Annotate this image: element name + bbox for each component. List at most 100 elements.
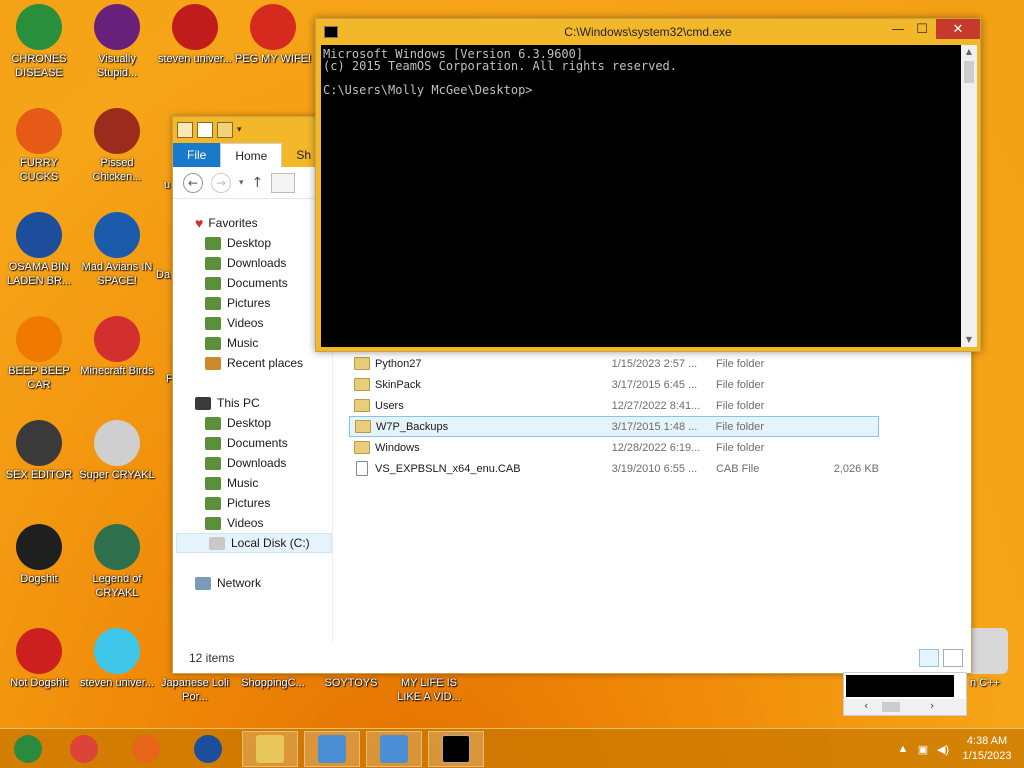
quick-access-dropdown-icon[interactable]: ▾	[237, 125, 242, 135]
file-name: SkinPack	[375, 378, 421, 391]
desktop-icon[interactable]: Visually Stupid...	[78, 4, 156, 80]
scrollbar-thumb[interactable]	[964, 61, 974, 83]
desktop-icon[interactable]: Pissed Chicken...	[78, 108, 156, 184]
desktop-icon[interactable]: PEG MY WIFE!	[234, 4, 312, 66]
close-icon[interactable]: ✕	[936, 19, 980, 39]
up-arrow-icon[interactable]: ↑	[252, 175, 264, 191]
taskbar-app[interactable]	[180, 731, 236, 767]
desktop-icon[interactable]: OSAMA BIN LADEN BR...	[0, 212, 78, 288]
details-view-icon[interactable]	[919, 649, 939, 667]
file-row[interactable]: VS_EXPBSLN_x64_enu.CAB 3/19/2010 6:55 ...…	[349, 458, 879, 479]
background-window-fragment[interactable]: ‹ ›	[843, 672, 967, 716]
file-row[interactable]: Python27 1/15/2023 2:57 ... File folder	[349, 353, 879, 374]
navigation-pane: ♥ Favorites Desktop Downloads Documents Pic…	[173, 201, 333, 643]
heart-icon: ♥	[195, 215, 204, 231]
setup-installer-icon	[380, 735, 408, 763]
nav-item[interactable]: Documents	[173, 433, 333, 453]
console-scrollbar[interactable]: ▲ ▼	[961, 45, 977, 347]
file-type: File folder	[715, 357, 765, 370]
nav-item[interactable]: Desktop	[173, 413, 333, 433]
nav-item[interactable]: Documents	[173, 273, 333, 293]
desktop-icon[interactable]: SEX EDITOR	[0, 420, 78, 482]
taskbar-app[interactable]	[118, 731, 174, 767]
taskbar-app[interactable]	[366, 731, 422, 767]
desktop-icon[interactable]: FURRY CUCKS	[0, 108, 78, 184]
back-icon[interactable]: ←	[183, 172, 203, 193]
item-count: 12 items	[189, 651, 235, 665]
nav-item[interactable]: Pictures	[173, 493, 333, 513]
scrollbar-thumb[interactable]	[882, 702, 900, 712]
scroll-down-icon[interactable]: ▼	[961, 333, 977, 347]
taskbar-app[interactable]	[304, 731, 360, 767]
hxd-icon	[16, 420, 62, 466]
cmd-titlebar[interactable]: C:\Windows\system32\cmd.exe — ☐ ✕	[316, 19, 980, 45]
address-bar[interactable]	[271, 172, 296, 193]
volume-icon[interactable]: ◀)	[936, 743, 950, 756]
file-row[interactable]: SkinPack 3/17/2015 6:45 ... File folder	[349, 374, 879, 395]
desktop-icon[interactable]: steven univer...	[78, 628, 156, 690]
forward-icon[interactable]: →	[211, 172, 231, 193]
desktop-icon[interactable]: Mad Avians IN SPACE!	[78, 212, 156, 288]
nav-item[interactable]: Videos	[173, 513, 333, 533]
scroll-left-icon[interactable]: ‹	[864, 699, 868, 712]
maximize-icon[interactable]: ☐	[908, 19, 936, 39]
desktop-icon[interactable]: BEEP BEEP CAR	[0, 316, 78, 392]
network-tray-icon[interactable]: ▣	[916, 743, 930, 756]
show-hidden-icons-icon[interactable]: ▲	[896, 743, 910, 755]
angry-birds-space-icon	[94, 212, 140, 258]
folder-icon	[205, 276, 221, 290]
recent-locations-icon[interactable]: ▾	[239, 178, 244, 188]
nav-item[interactable]: Pictures	[173, 293, 333, 313]
explorer-system-icon[interactable]	[177, 122, 193, 138]
desktop-icon-label: MY LIFE IS LIKE A VID...	[397, 677, 461, 703]
file-name: Windows	[375, 441, 420, 454]
taskbar-app[interactable]	[56, 731, 112, 767]
folder-icon	[205, 296, 221, 310]
console-output[interactable]: Microsoft Windows [Version 6.3.9600] (c) …	[321, 45, 961, 347]
nav-item[interactable]: Downloads	[173, 253, 333, 273]
new-folder-icon[interactable]	[217, 122, 233, 138]
taskbar-app[interactable]	[242, 731, 298, 767]
desktop-icon[interactable]: steven univer...	[156, 4, 234, 66]
desktop-icon[interactable]: Super CRYAKL	[78, 420, 156, 482]
file-date: 3/17/2015 6:45 ...	[611, 378, 698, 391]
large-icons-view-icon[interactable]	[943, 649, 963, 667]
tab-file[interactable]: File	[173, 143, 221, 167]
tab-home[interactable]: Home	[220, 143, 283, 167]
nav-this-pc[interactable]: This PC	[195, 393, 333, 413]
cmd-window[interactable]: C:\Windows\system32\cmd.exe — ☐ ✕ Micros…	[315, 18, 981, 352]
angry-birds-icon	[94, 316, 140, 362]
nav-network[interactable]: Network	[195, 573, 333, 593]
file-date: 3/19/2010 6:55 ...	[611, 462, 698, 475]
nav-item[interactable]: Videos	[173, 313, 333, 333]
nav-item[interactable]: Music	[173, 473, 333, 493]
vlc-icon	[16, 316, 62, 362]
nav-item[interactable]: Downloads	[173, 453, 333, 473]
scroll-up-icon[interactable]: ▲	[961, 45, 977, 59]
angry-birds-seasons-icon	[94, 108, 140, 154]
nav-item[interactable]: Local Disk (C:)	[176, 533, 332, 553]
nav-item[interactable]: Desktop	[173, 233, 333, 253]
file-row[interactable]: Windows 12/28/2022 6:19... File folder	[349, 437, 879, 458]
file-row[interactable]: W7P_Backups 3/17/2015 1:48 ... File folder	[349, 416, 879, 437]
desktop-icon[interactable]: Minecraft Birds	[78, 316, 156, 378]
firefox-icon	[16, 108, 62, 154]
desktop-icon-label-cutoff[interactable]: Da	[156, 268, 170, 282]
desktop-icon[interactable]: Legend of CRYAKL	[78, 524, 156, 600]
nav-item[interactable]: Music	[173, 333, 333, 353]
file-row[interactable]: Users 12/27/2022 8:41... File folder	[349, 395, 879, 416]
nav-item-label: Videos	[227, 316, 264, 330]
desktop-icon[interactable]: Dogshit	[0, 524, 78, 586]
properties-icon[interactable]	[197, 122, 213, 138]
desktop-icon[interactable]: CHRONES DISEASE	[0, 4, 78, 80]
clock[interactable]: 4:38 AM 1/15/2023	[956, 734, 1018, 764]
game-2-icon	[172, 4, 218, 50]
scroll-right-icon[interactable]: ›	[930, 699, 934, 712]
taskbar-app[interactable]	[0, 731, 56, 767]
nav-favorites[interactable]: ♥ Favorites	[195, 213, 333, 233]
nav-item[interactable]: Recent places	[173, 353, 333, 373]
horizontal-scrollbar[interactable]: ‹ ›	[844, 699, 966, 715]
taskbar-app[interactable]	[428, 731, 484, 767]
desktop-icon[interactable]: Not Dogshit	[0, 628, 78, 690]
desktop-icon-label: SEX EDITOR	[5, 469, 73, 481]
